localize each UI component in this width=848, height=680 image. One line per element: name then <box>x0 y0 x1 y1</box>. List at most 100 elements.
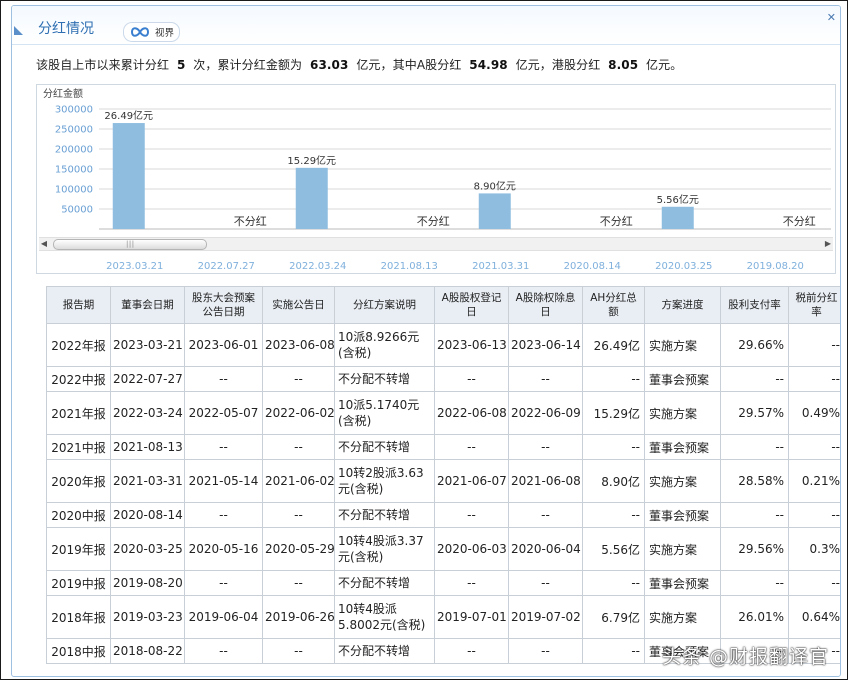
table-cell: 5.56亿 <box>582 527 645 571</box>
table-cell: 10转4股派5.8002元(含税) <box>334 595 435 639</box>
table-cell: 29.56% <box>720 527 789 571</box>
x-tick-label: 2021.03.31 <box>472 261 529 272</box>
bar-value-label: 5.56亿元 <box>657 193 699 206</box>
table-cell: -- <box>582 502 645 528</box>
column-header: 报告期 <box>46 286 111 324</box>
y-axis-label: 分红金额 <box>43 87 83 100</box>
table-row[interactable]: 2021中报 2021-08-13 -- -- 不分配不转增 -- -- -- 董事会预案 -- -… <box>46 434 840 460</box>
table-cell: -- <box>720 366 789 392</box>
table-cell: 2023-06-14 <box>508 323 583 367</box>
table-cell: 2022-03-24 <box>110 391 185 435</box>
table-cell: 2020-06-03 <box>434 527 509 571</box>
table-cell: -- <box>720 434 789 460</box>
table-cell: 2021-05-14 <box>184 459 263 503</box>
table-cell: 2018-08-22 <box>110 638 185 664</box>
column-header: 税前分红率 <box>788 286 840 324</box>
dividend-summary: 该股自上市以来累计分红 5 次，累计分红金额为 63.03 亿元，其中A股分红 … <box>36 56 682 73</box>
no-dividend-label: 不分红 <box>417 215 450 228</box>
table-cell: 不分配不转增 <box>334 570 435 596</box>
table-cell: 2019年报 <box>46 527 111 571</box>
table-row[interactable]: 2020中报 2020-08-14 -- -- 不分配不转增 -- -- -- 董事会预案 -- -… <box>46 502 840 528</box>
summary-hk-share: 8.05 <box>608 58 639 72</box>
no-dividend-label: 不分红 <box>600 215 633 228</box>
y-tick-label: 300000 <box>55 105 93 116</box>
summary-hk-unit: 亿元。 <box>646 58 683 72</box>
table-row[interactable]: 2020年报 2021-03-31 2021-05-14 2021-06-02 10转2… <box>46 459 840 503</box>
table-cell: 2021-06-07 <box>434 459 509 503</box>
table-cell: 2020-05-29 <box>262 527 335 571</box>
column-header: A股除权除息日 <box>508 286 583 324</box>
no-dividend-label: 不分红 <box>783 215 816 228</box>
table-cell: -- <box>262 502 335 528</box>
table-cell: 2021-08-13 <box>110 434 185 460</box>
table-cell: 2019-06-04 <box>184 595 263 639</box>
table-cell: -- <box>508 570 583 596</box>
x-tick-label: 2020.03.25 <box>655 261 712 272</box>
table-cell: 0.21% <box>788 459 840 503</box>
table-cell: 2021年报 <box>46 391 111 435</box>
scroll-thumb[interactable]: ||| <box>53 239 207 250</box>
chart-scrollbar[interactable]: ◀ ||| ▶ <box>39 237 833 251</box>
table-cell: 0.49% <box>788 391 840 435</box>
table-cell: 28.58% <box>720 459 789 503</box>
close-icon[interactable]: ✕ <box>827 12 836 23</box>
table-cell: -- <box>582 638 645 664</box>
x-tick-label: 2020.08.14 <box>564 261 621 272</box>
y-tick-label: 150000 <box>55 165 93 176</box>
y-tick-label: 200000 <box>55 145 93 156</box>
table-cell: 2019-06-26 <box>262 595 335 639</box>
bar-2023.03.21 <box>112 123 145 229</box>
table-cell: 2022年报 <box>46 323 111 367</box>
table-row[interactable]: 2021年报 2022-03-24 2022-05-07 2022-06-02 10派5… <box>46 391 840 435</box>
table-cell: -- <box>184 502 263 528</box>
table-cell: 2019-08-20 <box>110 570 185 596</box>
table-cell: -- <box>720 502 789 528</box>
table-cell: -- <box>184 434 263 460</box>
table-cell: 26.01% <box>720 595 789 639</box>
table-cell: -- <box>184 570 263 596</box>
table-header-row: 报告期 董事会日期 股东大会预案公告日期 实施公告日 分红方案说明 A股股权登记日 A股除权… <box>46 286 840 324</box>
table-cell: -- <box>788 570 840 596</box>
table-cell: -- <box>788 502 840 528</box>
table-row[interactable]: 2018年报 2019-03-23 2019-06-04 2019-06-26 10转4… <box>46 595 840 639</box>
column-header: 方案进度 <box>644 286 721 324</box>
table-cell: 2019-03-23 <box>110 595 185 639</box>
x-tick-label: 2019.08.20 <box>747 261 804 272</box>
table-cell: -- <box>262 434 335 460</box>
vision-label: 视界 <box>155 28 175 39</box>
summary-count-unit: 次，累计分红金额为 <box>193 58 303 72</box>
table-cell: -- <box>184 366 263 392</box>
grip-icon: ||| <box>126 240 135 248</box>
scroll-left-icon[interactable]: ◀ <box>39 238 49 250</box>
table-row[interactable]: 2022年报 2023-03-21 2023-06-01 2023-06-08 10派8… <box>46 323 840 367</box>
table-cell: -- <box>508 366 583 392</box>
column-header: 股东大会预案公告日期 <box>184 286 263 324</box>
table-cell: 8.90亿 <box>582 459 645 503</box>
table-cell: 实施方案 <box>644 527 721 571</box>
infinity-icon <box>130 27 150 37</box>
table-cell: 实施方案 <box>644 391 721 435</box>
table-cell: 2022-06-09 <box>508 391 583 435</box>
bar-value-label: 15.29亿元 <box>287 154 336 167</box>
table-cell: 董事会预案 <box>644 366 721 392</box>
table-cell: 2021中报 <box>46 434 111 460</box>
table-cell: -- <box>262 638 335 664</box>
column-header: AH分红总额 <box>582 286 645 324</box>
table-cell: 不分配不转增 <box>334 638 435 664</box>
table-cell: 29.66% <box>720 323 789 367</box>
dividend-table: 报告期 董事会日期 股东大会预案公告日期 实施公告日 分红方案说明 A股股权登记日 A股除权… <box>46 286 840 664</box>
summary-a-share: 54.98 <box>469 58 508 72</box>
table-row[interactable]: 2019中报 2019-08-20 -- -- 不分配不转增 -- -- -- 董事会预案 -- -… <box>46 570 840 596</box>
scroll-right-icon[interactable]: ▶ <box>823 238 833 250</box>
bar-2022.03.24 <box>295 167 328 229</box>
table-cell: 2023-06-08 <box>262 323 335 367</box>
table-row[interactable]: 2019年报 2020-03-25 2020-05-16 2020-05-29 10转4… <box>46 527 840 571</box>
table-cell: 实施方案 <box>644 323 721 367</box>
summary-count: 5 <box>176 58 186 72</box>
x-tick-label: 2021.08.13 <box>381 261 438 272</box>
table-row[interactable]: 2022中报 2022-07-27 -- -- 不分配不转增 -- -- -- 董事会预案 -- -… <box>46 366 840 392</box>
table-cell: 0.3% <box>788 527 840 571</box>
table-cell: 不分配不转增 <box>334 366 435 392</box>
y-tick-label: 250000 <box>55 125 93 136</box>
vision-button[interactable]: 视界 <box>123 22 181 42</box>
